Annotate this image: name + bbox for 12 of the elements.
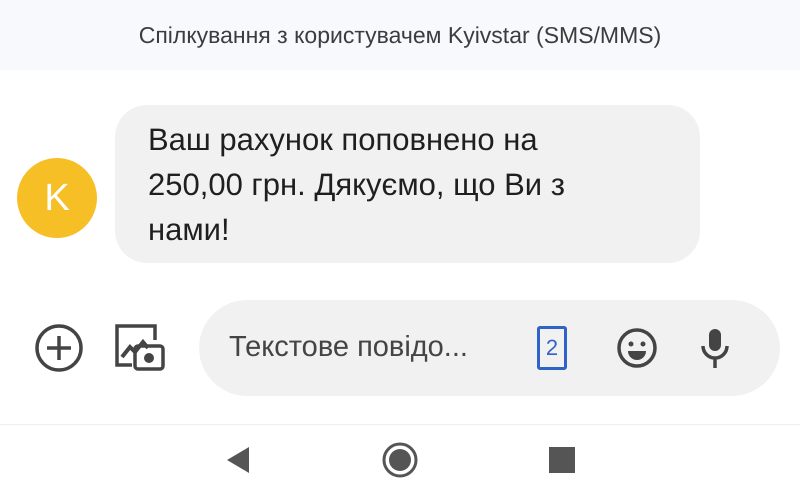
add-button[interactable] <box>33 322 85 374</box>
image-camera-icon <box>114 322 166 372</box>
back-icon[interactable] <box>225 446 251 474</box>
home-icon[interactable] <box>381 440 419 478</box>
message-bubble: Ваш рахунок поповнено на 250,00 грн. Дякуємо, що Ви з нами! <box>115 105 700 263</box>
sender-avatar: K <box>17 158 97 238</box>
conversation-title: Спілкування з користувачем Kyivstar (SMS/MMS) <box>138 20 662 50</box>
message-text-field[interactable]: Текстове повідо... <box>229 326 519 370</box>
message-input[interactable]: Текстове повідо... 2 <box>199 300 780 396</box>
plus-circle-icon <box>34 322 84 372</box>
emoji-icon[interactable] <box>615 326 659 370</box>
sim-button[interactable]: 2 <box>537 326 567 370</box>
